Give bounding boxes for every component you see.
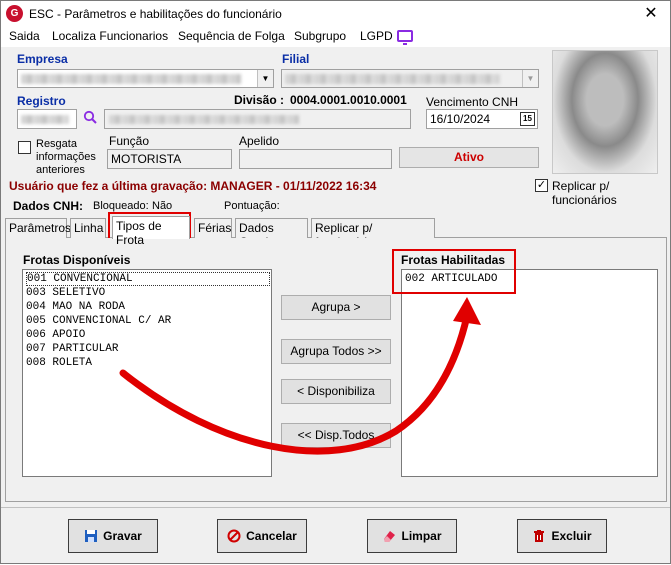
save-icon [85, 530, 98, 542]
gravar-label: Gravar [103, 529, 142, 543]
eraser-icon [384, 531, 396, 542]
limpar-label: Limpar [401, 529, 442, 543]
limpar-button[interactable]: Limpar [367, 519, 457, 553]
annotation-arrow [119, 297, 481, 455]
main-window: G ESC - Parâmetros e habilitações do fun… [0, 0, 671, 564]
gravar-button[interactable]: Gravar [68, 519, 158, 553]
cancelar-button[interactable]: Cancelar [217, 519, 307, 553]
tab-tipos-de-frota[interactable]: Tipos de Frota [112, 216, 190, 247]
trash-icon [534, 530, 545, 542]
cancel-icon [227, 529, 241, 543]
excluir-label: Excluir [551, 529, 592, 543]
excluir-button[interactable]: Excluir [517, 519, 607, 553]
cancelar-label: Cancelar [246, 529, 297, 543]
